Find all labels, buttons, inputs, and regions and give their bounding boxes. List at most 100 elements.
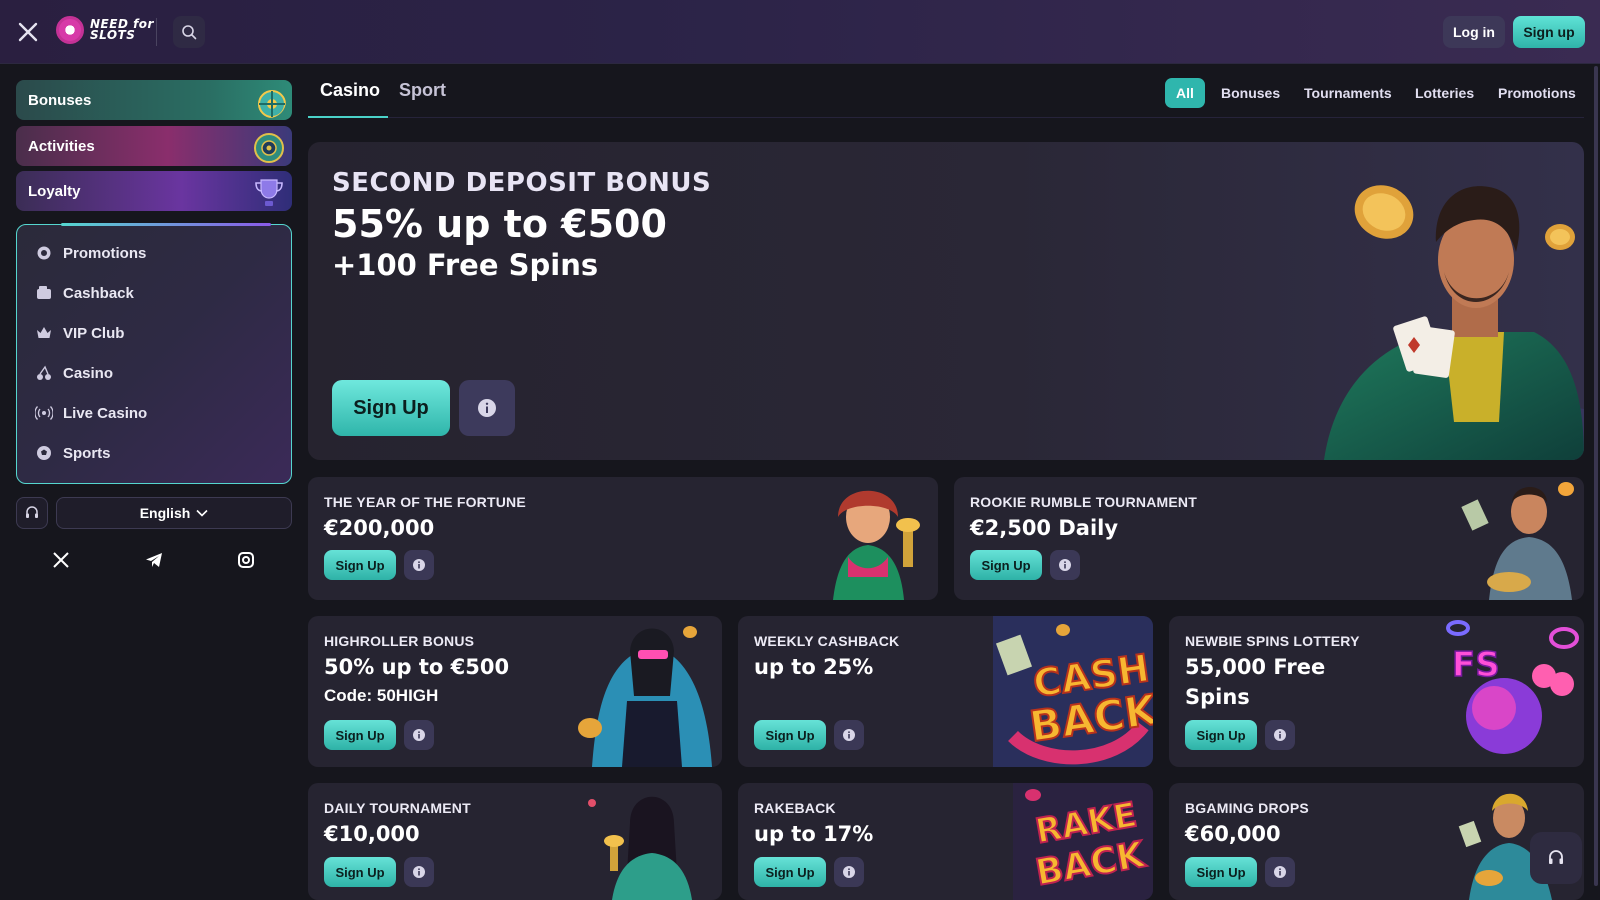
card-info-button[interactable] bbox=[404, 857, 434, 887]
sidebar-item-label: Promotions bbox=[63, 244, 147, 262]
crown-icon bbox=[35, 324, 53, 342]
sidebar-item-live-casino[interactable]: Live Casino bbox=[17, 393, 291, 433]
card-value: €10,000 bbox=[324, 822, 420, 846]
filter-all[interactable]: All bbox=[1165, 78, 1205, 108]
card-value: 50% up to €500 bbox=[324, 655, 510, 679]
card-signup-button[interactable]: Sign Up bbox=[324, 857, 396, 887]
sidebar-item-promotions[interactable]: Promotions bbox=[17, 233, 291, 273]
highroller-woman-illustration bbox=[578, 626, 712, 767]
live-support-button[interactable] bbox=[1530, 832, 1582, 884]
sidebar-category-activities[interactable]: Activities bbox=[16, 126, 292, 166]
fortune-girl-illustration bbox=[833, 490, 920, 600]
menu-accent-bar bbox=[61, 223, 271, 226]
card-info-button[interactable] bbox=[1265, 720, 1295, 750]
card-signup-button[interactable]: Sign Up bbox=[754, 857, 826, 887]
card-title: WEEKLY CASHBACK bbox=[754, 633, 900, 649]
logo-text: NEED for SLOTS bbox=[90, 18, 154, 42]
info-icon bbox=[413, 559, 425, 571]
info-icon bbox=[843, 729, 855, 741]
filter-tournaments[interactable]: Tournaments bbox=[1304, 78, 1392, 108]
sidebar-category-bonuses[interactable]: Bonuses bbox=[16, 80, 292, 120]
activities-wheel-icon bbox=[254, 133, 284, 163]
card-title: THE YEAR OF THE FORTUNE bbox=[324, 494, 526, 510]
trophy-icon bbox=[255, 179, 283, 206]
sidebar-category-loyalty[interactable]: Loyalty bbox=[16, 171, 292, 211]
logo-line-2: SLOTS bbox=[90, 28, 136, 42]
search-button[interactable] bbox=[173, 16, 205, 48]
support-button[interactable] bbox=[16, 497, 48, 529]
hero-subtitle: +100 Free Spins bbox=[332, 248, 599, 282]
x-twitter-icon[interactable] bbox=[49, 548, 73, 572]
filter-bonuses[interactable]: Bonuses bbox=[1221, 78, 1280, 108]
soccer-ball-icon bbox=[35, 444, 53, 462]
free-spins-illustration: FS bbox=[1446, 620, 1579, 754]
hero-signup-button[interactable]: Sign Up bbox=[332, 380, 450, 436]
card-info-button[interactable] bbox=[834, 720, 864, 750]
promo-card-daily-tournament: DAILY TOURNAMENT €10,000 Sign Up bbox=[308, 783, 722, 900]
promo-card-rookie-rumble: ROOKIE RUMBLE TOURNAMENT €2,500 Daily Si… bbox=[954, 477, 1584, 600]
card-signup-button[interactable]: Sign Up bbox=[324, 550, 396, 580]
cherries-icon bbox=[35, 364, 53, 382]
login-button[interactable]: Log in bbox=[1443, 16, 1505, 48]
info-icon bbox=[1274, 866, 1286, 878]
card-title: NEWBIE SPINS LOTTERY bbox=[1185, 633, 1360, 649]
card-info-button[interactable] bbox=[1265, 857, 1295, 887]
language-select[interactable]: English bbox=[56, 497, 292, 529]
sidebar-item-casino[interactable]: Casino bbox=[17, 353, 291, 393]
daily-tournament-illustration bbox=[588, 796, 692, 900]
sidebar-item-cashback[interactable]: Cashback bbox=[17, 273, 291, 313]
sidebar-item-label: Casino bbox=[63, 364, 114, 382]
chevron-down-icon bbox=[196, 509, 208, 517]
language-label: English bbox=[139, 505, 191, 521]
card-signup-button[interactable]: Sign Up bbox=[324, 720, 396, 750]
hero-title: 55% up to €500 bbox=[332, 202, 667, 246]
hero-character-illustration bbox=[1324, 185, 1584, 460]
hero-info-button[interactable] bbox=[459, 380, 515, 436]
card-info-button[interactable] bbox=[404, 550, 434, 580]
card-info-button[interactable] bbox=[834, 857, 864, 887]
card-signup-button[interactable]: Sign Up bbox=[1185, 857, 1257, 887]
sidebar-category-label: Activities bbox=[28, 137, 95, 155]
info-icon bbox=[413, 729, 425, 741]
tab-casino[interactable]: Casino bbox=[320, 80, 380, 101]
promo-card-bgaming-drops: BGAMING DROPS €60,000 Sign Up bbox=[1169, 783, 1584, 900]
card-value: €60,000 bbox=[1185, 822, 1281, 846]
info-icon bbox=[1274, 729, 1286, 741]
header-divider bbox=[156, 18, 157, 46]
logo[interactable]: NEED for SLOTS bbox=[56, 16, 154, 44]
signup-button[interactable]: Sign up bbox=[1513, 16, 1585, 48]
card-signup-button[interactable]: Sign Up bbox=[1185, 720, 1257, 750]
headset-icon bbox=[1549, 850, 1563, 864]
tabs-divider bbox=[308, 117, 1584, 118]
info-icon bbox=[843, 866, 855, 878]
filter-promotions[interactable]: Promotions bbox=[1498, 78, 1576, 108]
sidebar-item-label: Live Casino bbox=[63, 404, 148, 422]
card-value: 55,000 Free Spins bbox=[1185, 655, 1326, 709]
scrollbar[interactable] bbox=[1594, 66, 1598, 886]
rookie-man-illustration bbox=[1461, 482, 1574, 600]
close-icon[interactable] bbox=[16, 20, 40, 44]
tab-sport[interactable]: Sport bbox=[399, 80, 446, 101]
search-icon bbox=[182, 25, 197, 40]
card-title: RAKEBACK bbox=[754, 800, 836, 816]
sidebar-item-label: Cashback bbox=[63, 284, 134, 302]
card-title: HIGHROLLER BONUS bbox=[324, 633, 475, 649]
filter-lotteries[interactable]: Lotteries bbox=[1415, 78, 1474, 108]
card-signup-button[interactable]: Sign Up bbox=[754, 720, 826, 750]
sidebar-item-vip-club[interactable]: VIP Club bbox=[17, 313, 291, 353]
telegram-icon[interactable] bbox=[142, 548, 166, 572]
card-value: up to 25% bbox=[754, 655, 874, 679]
card-value: €200,000 bbox=[324, 516, 435, 540]
info-icon bbox=[1059, 559, 1071, 571]
wallet-icon bbox=[35, 284, 53, 302]
card-info-button[interactable] bbox=[404, 720, 434, 750]
gear-icon bbox=[35, 244, 53, 262]
sidebar-item-sports[interactable]: Sports bbox=[17, 433, 291, 473]
logo-mark-icon bbox=[56, 16, 84, 44]
card-title: BGAMING DROPS bbox=[1185, 800, 1309, 816]
instagram-icon[interactable] bbox=[234, 548, 258, 572]
top-bar: NEED for SLOTS Log in Sign up bbox=[0, 0, 1600, 64]
card-signup-button[interactable]: Sign Up bbox=[970, 550, 1042, 580]
card-info-button[interactable] bbox=[1050, 550, 1080, 580]
sidebar-menu: Promotions Cashback VIP Club Casino Live… bbox=[16, 223, 292, 484]
